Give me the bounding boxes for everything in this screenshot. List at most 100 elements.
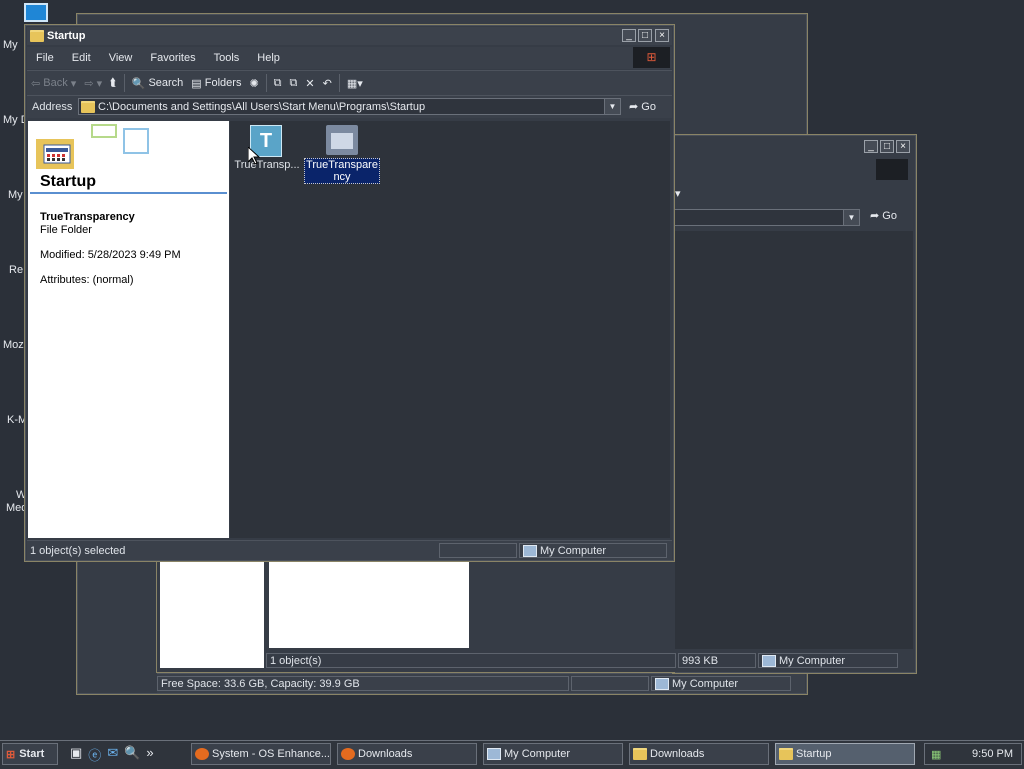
title-bar[interactable]: Startup bbox=[27, 27, 672, 45]
minimize-button[interactable]: _ bbox=[622, 29, 636, 42]
my-computer-icon bbox=[655, 677, 669, 690]
taskbar-button-my-computer[interactable]: My Computer bbox=[483, 743, 623, 765]
file-item-label: TrueTranspare ncy bbox=[304, 158, 380, 184]
minimize-button[interactable]: _ bbox=[864, 140, 878, 153]
file-list-pane bbox=[269, 562, 469, 648]
task-label: Downloads bbox=[358, 748, 413, 760]
search-icon: 🔍 bbox=[131, 77, 146, 90]
back-label: Back bbox=[43, 77, 68, 89]
desktop-icon-label[interactable]: Moz bbox=[3, 339, 24, 351]
search-button[interactable]: 🔍 Search bbox=[128, 73, 188, 93]
firefox-icon bbox=[341, 748, 355, 760]
views-icon: ▦ bbox=[346, 77, 358, 90]
mouse-cursor-icon bbox=[248, 147, 260, 165]
file-view[interactable]: T TrueTransp... TrueTranspare ncy bbox=[230, 121, 670, 538]
folders-button[interactable]: ▤ Folders bbox=[187, 73, 245, 93]
menu-file[interactable]: File bbox=[27, 52, 63, 64]
quick-launch-chevron[interactable]: » bbox=[146, 745, 153, 764]
taskbar-button-downloads-folder[interactable]: Downloads bbox=[629, 743, 769, 765]
menu-favorites[interactable]: Favorites bbox=[141, 52, 204, 64]
up-folder-icon: ⮬ bbox=[110, 76, 117, 89]
desktop-icon-label[interactable]: Re bbox=[9, 264, 23, 276]
copy-to-icon: ⧉ bbox=[289, 76, 298, 89]
windows-logo-icon: ⊞ bbox=[633, 47, 670, 68]
status-location: My Computer bbox=[651, 676, 791, 691]
forward-arrow-icon: ⇨ bbox=[84, 77, 94, 90]
search-icon[interactable]: 🔍 bbox=[124, 745, 140, 764]
menu-tools[interactable]: Tools bbox=[205, 52, 249, 64]
copy-to-button[interactable]: ⧉ bbox=[286, 73, 302, 93]
status-empty bbox=[571, 676, 649, 691]
go-arrow-icon: ➦ bbox=[870, 210, 880, 222]
status-location-label: My Computer bbox=[779, 654, 846, 667]
close-button[interactable]: × bbox=[655, 29, 669, 42]
task-label: Startup bbox=[796, 748, 832, 760]
go-button[interactable]: ➦ Go bbox=[629, 100, 656, 113]
file-item-label: TrueTransp... bbox=[234, 159, 300, 171]
firefox-icon bbox=[195, 748, 209, 760]
my-computer-desktop-icon[interactable] bbox=[24, 3, 48, 22]
desktop-icon-label[interactable]: My bbox=[8, 189, 23, 201]
move-to-button[interactable]: ⧉ bbox=[270, 73, 286, 93]
back-button[interactable]: ⇦ Back ▾ bbox=[27, 73, 80, 93]
views-button[interactable]: ▦ ▾ bbox=[343, 73, 367, 93]
address-field[interactable]: C:\Documents and Settings\All Users\Star… bbox=[78, 98, 621, 115]
delete-button[interactable]: ✕ bbox=[301, 73, 318, 93]
view-menu-arrow-icon[interactable]: ▾ bbox=[675, 187, 681, 200]
taskbar-button-downloads-firefox[interactable]: Downloads bbox=[337, 743, 477, 765]
go-label: Go bbox=[641, 101, 656, 113]
menu-help[interactable]: Help bbox=[248, 52, 289, 64]
outlook-express-icon[interactable]: ✉ bbox=[107, 745, 118, 764]
panel-divider bbox=[30, 192, 227, 194]
side-pane bbox=[160, 562, 264, 668]
task-label: Downloads bbox=[650, 748, 705, 760]
forward-button[interactable]: ⇨ ▾ bbox=[80, 73, 106, 93]
file-item-selected[interactable]: TrueTranspare ncy bbox=[304, 125, 380, 184]
status-selection: 1 object(s) selected bbox=[30, 544, 126, 557]
status-location-label: My Computer bbox=[540, 544, 607, 557]
window-title: Startup bbox=[47, 30, 86, 42]
folders-icon: ▤ bbox=[191, 77, 202, 90]
panel-title: Startup bbox=[40, 173, 96, 190]
toolbar-separator bbox=[265, 74, 267, 92]
maximize-button[interactable]: □ bbox=[638, 29, 652, 42]
network-icon[interactable]: ▦ bbox=[931, 748, 941, 761]
web-view-panel: Startup TrueTransparency File Folder Mod… bbox=[28, 121, 229, 538]
menu-view[interactable]: View bbox=[100, 52, 142, 64]
task-label: My Computer bbox=[504, 748, 571, 760]
delete-icon: ✕ bbox=[305, 77, 315, 90]
taskbar-button-startup[interactable]: Startup bbox=[775, 743, 915, 765]
close-button[interactable]: × bbox=[896, 140, 910, 153]
folder-icon bbox=[633, 748, 647, 760]
undo-icon: ↶ bbox=[322, 77, 332, 90]
maximize-button[interactable]: □ bbox=[880, 140, 894, 153]
status-object-count: 1 object(s) bbox=[266, 653, 676, 668]
clock[interactable]: 9:50 PM bbox=[972, 748, 1013, 760]
taskbar-button-system[interactable]: System - OS Enhance... bbox=[191, 743, 331, 765]
start-label: Start bbox=[19, 748, 45, 760]
address-field[interactable]: ▼ bbox=[673, 209, 860, 226]
menu-edit[interactable]: Edit bbox=[63, 52, 100, 64]
folder-icon bbox=[30, 30, 44, 42]
start-button[interactable]: ⊞ Start bbox=[2, 743, 58, 765]
history-button[interactable]: ✺ bbox=[245, 73, 262, 93]
show-desktop-icon[interactable]: ▣ bbox=[70, 745, 82, 764]
address-dropdown-button[interactable]: ▼ bbox=[843, 210, 859, 225]
address-label: Address bbox=[32, 101, 73, 113]
go-button[interactable]: ➦ Go bbox=[870, 209, 897, 223]
address-dropdown-button[interactable]: ▼ bbox=[604, 99, 620, 114]
desktop-icon-label[interactable]: My bbox=[3, 39, 18, 51]
file-item-label-line2: ncy bbox=[333, 171, 351, 183]
go-arrow-icon: ➦ bbox=[629, 101, 639, 113]
up-folder-button[interactable]: ⮬ bbox=[106, 73, 121, 93]
status-location-label: My Computer bbox=[672, 677, 739, 690]
undo-button[interactable]: ↶ bbox=[319, 73, 336, 93]
status-empty bbox=[439, 543, 517, 558]
desktop: { "desktop": { "icon_labels": ["My", "My… bbox=[0, 0, 1024, 769]
quick-launch: ▣ ⓔ ✉ 🔍 » bbox=[70, 745, 154, 764]
internet-explorer-icon[interactable]: ⓔ bbox=[88, 745, 101, 764]
status-bar: 1 object(s) selected My Computer bbox=[27, 540, 672, 560]
background-explorer-window-2[interactable]: _ □ × ▾ ▼ ➦ Go bbox=[672, 134, 917, 674]
startup-explorer-window[interactable]: Startup _ □ × File Edit View Favorites T… bbox=[24, 24, 675, 562]
file-item[interactable]: T TrueTransp... bbox=[232, 125, 302, 171]
